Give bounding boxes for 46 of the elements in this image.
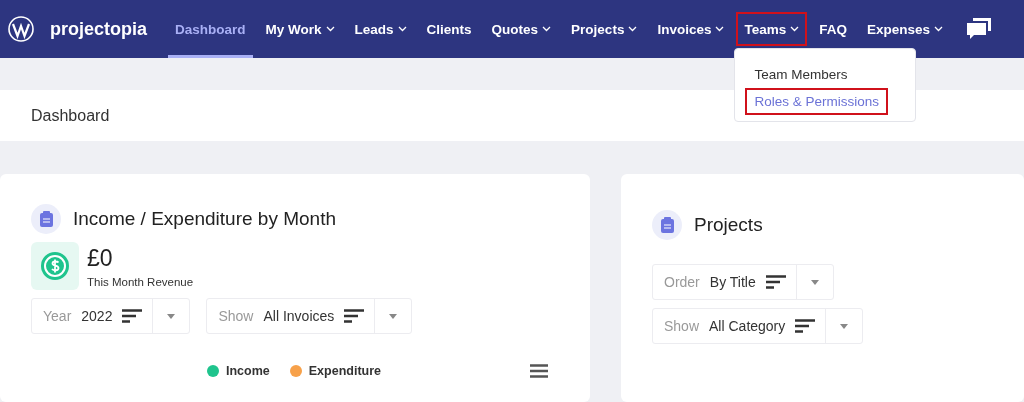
brand-name: projectopia bbox=[50, 18, 147, 40]
card-title: Income / Expenditure by Month bbox=[73, 208, 336, 230]
filter-value: 2022 bbox=[81, 308, 113, 324]
caret-icon bbox=[810, 279, 819, 285]
logo-icon bbox=[8, 16, 34, 42]
breadcrumb-text: Dashboard bbox=[31, 106, 110, 125]
nav-tab[interactable]: My Work bbox=[257, 12, 343, 46]
menu-icon[interactable] bbox=[530, 364, 548, 378]
clipboard-icon bbox=[31, 204, 61, 234]
nav-tab[interactable]: Leads bbox=[346, 12, 415, 46]
revenue-amount: £0 bbox=[87, 244, 114, 272]
filter-select[interactable]: Show All Category bbox=[652, 308, 864, 344]
nav-tab[interactable]: Dashboard bbox=[167, 12, 254, 46]
filter-label: Year bbox=[42, 308, 73, 324]
menu-item[interactable]: Team Members bbox=[747, 63, 855, 86]
filter-label: Show bbox=[217, 308, 255, 324]
sort-icon bbox=[344, 309, 365, 323]
chat-icon[interactable] bbox=[967, 18, 991, 40]
filter-label: Show bbox=[663, 318, 701, 334]
dollar-icon bbox=[31, 242, 79, 290]
nav-tab[interactable]: Expenses bbox=[858, 12, 951, 46]
menu-item[interactable]: Roles & Permissions bbox=[747, 90, 886, 113]
legend-label[interactable]: Expenditure bbox=[308, 364, 381, 378]
revenue-label: This Month Revenue bbox=[87, 275, 194, 288]
nav-tab[interactable]: Teams bbox=[736, 12, 808, 46]
nav-tab[interactable]: Clients bbox=[418, 12, 480, 46]
nav-tab[interactable]: FAQ bbox=[811, 12, 855, 46]
nav-tab[interactable]: Invoices bbox=[649, 12, 733, 46]
filter-select[interactable]: Year 2022 bbox=[31, 298, 191, 334]
nav-tab[interactable]: Projects bbox=[563, 12, 646, 46]
filter-select[interactable]: Show All Invoices bbox=[206, 298, 413, 334]
filter-label: Order bbox=[663, 274, 701, 290]
sort-icon bbox=[795, 319, 816, 333]
caret-icon bbox=[167, 313, 176, 319]
filter-select[interactable]: Order By Title bbox=[652, 264, 834, 300]
filter-value: All Invoices bbox=[263, 308, 335, 324]
filter-value: All Category bbox=[709, 318, 786, 334]
card-title: Projects bbox=[694, 214, 763, 236]
nav-tab[interactable]: Quotes bbox=[483, 12, 560, 46]
clipboard-icon bbox=[652, 210, 682, 240]
sort-icon bbox=[122, 309, 143, 323]
filter-value: By Title bbox=[709, 274, 756, 290]
caret-icon bbox=[840, 323, 849, 329]
caret-icon bbox=[389, 313, 398, 319]
legend-label[interactable]: Income bbox=[226, 364, 270, 378]
sort-icon bbox=[765, 275, 786, 289]
